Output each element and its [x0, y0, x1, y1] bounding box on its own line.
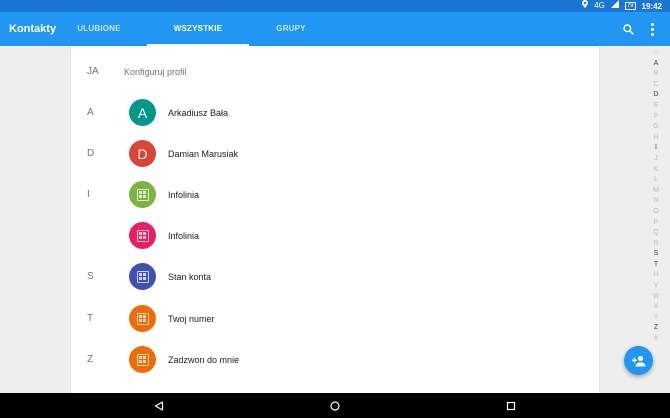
tab-grupy[interactable]: GRUPY — [258, 12, 324, 46]
home-icon[interactable] — [323, 393, 347, 418]
alpha-letter[interactable]: J — [650, 154, 662, 165]
alpha-letter[interactable]: Z — [650, 323, 662, 334]
contact-name: Zadzwon do mnie — [168, 355, 240, 365]
contact-list: JA Konfiguruj profil A A Arkadiusz Bała … — [71, 46, 599, 393]
status-bar: 4G 79 19:42 — [0, 0, 670, 12]
alpha-letter[interactable]: C — [650, 80, 662, 91]
contact-name: Infolinia — [168, 190, 200, 200]
alpha-letter[interactable]: M — [650, 186, 662, 197]
alpha-letter[interactable]: H — [650, 133, 662, 144]
alpha-letter[interactable]: W — [650, 292, 662, 303]
signal-icon — [610, 0, 619, 12]
tab-ulubione[interactable]: ULUBIONE — [64, 12, 134, 46]
contact-name: Arkadiusz Bała — [168, 108, 229, 118]
section-letter: S — [87, 271, 94, 282]
alphabet-index[interactable]: ☆ A B C D E F G H I J K L M N O P Q R S … — [650, 48, 662, 345]
alpha-letter[interactable]: F — [650, 112, 662, 123]
contact-name: Stan konta — [168, 272, 212, 282]
contact-row[interactable]: Infolinia — [71, 216, 599, 256]
contact-row[interactable]: I Infolinia — [71, 175, 599, 215]
avatar-initial: D — [137, 145, 148, 162]
contact-avatar — [129, 305, 156, 332]
contact-row[interactable]: Z Zadzwon do mnie — [71, 340, 599, 380]
tab-wszystkie[interactable]: WSZYSTKIE — [147, 12, 249, 46]
avatar-initial: A — [137, 104, 148, 121]
alpha-letter[interactable]: R — [650, 239, 662, 250]
alpha-letter[interactable]: I — [650, 143, 662, 154]
recents-icon[interactable] — [499, 393, 523, 418]
contact-name: Twoj numer — [168, 314, 215, 324]
contact-avatar — [129, 181, 156, 208]
add-contact-button[interactable] — [624, 346, 653, 375]
section-letter: A — [87, 107, 94, 118]
network-indicator: 4G — [594, 1, 605, 10]
profile-row[interactable]: JA Konfiguruj profil — [71, 52, 599, 92]
contact-row[interactable]: D D Damian Marusiak — [71, 134, 599, 174]
contact-avatar — [129, 222, 156, 249]
alpha-letter-star[interactable]: ☆ — [650, 48, 662, 59]
contact-name: Damian Marusiak — [168, 149, 239, 159]
battery-icon: 79 — [624, 2, 636, 10]
app-title: Kontakty — [9, 23, 57, 35]
configure-profile-label: Konfiguruj profil — [124, 67, 187, 77]
contact-row[interactable]: A A Arkadiusz Bała — [71, 93, 599, 133]
alpha-letter[interactable]: X — [650, 302, 662, 313]
alpha-letter[interactable]: O — [650, 207, 662, 218]
alpha-letter[interactable]: E — [650, 101, 662, 112]
section-letter: I — [87, 189, 90, 200]
alpha-letter[interactable]: U — [650, 270, 662, 281]
section-letter: D — [87, 148, 95, 159]
more-vert-icon[interactable] — [642, 12, 662, 46]
alpha-letter[interactable]: B — [650, 69, 662, 80]
contact-avatar — [129, 346, 156, 373]
add-contact-icon — [631, 355, 645, 366]
alpha-letter[interactable]: K — [650, 165, 662, 176]
contact-avatar — [129, 263, 156, 290]
app-bar: Kontakty ULUBIONE WSZYSTKIE GRUPY — [0, 12, 670, 46]
navigation-bar — [0, 393, 670, 418]
section-letter: T — [87, 313, 94, 324]
section-letter: JA — [87, 66, 99, 77]
section-letter: Z — [87, 354, 94, 365]
business-icon — [136, 312, 149, 325]
location-icon — [582, 0, 589, 12]
business-icon — [136, 353, 149, 366]
alpha-letter[interactable]: P — [650, 218, 662, 229]
alpha-letter[interactable]: N — [650, 196, 662, 207]
alpha-letter[interactable]: Y — [650, 313, 662, 324]
alpha-letter[interactable]: G — [650, 122, 662, 133]
alpha-letter[interactable]: V — [650, 281, 662, 292]
alpha-letter[interactable]: # — [650, 334, 662, 345]
business-icon — [136, 270, 149, 283]
alpha-letter[interactable]: L — [650, 175, 662, 186]
back-icon[interactable] — [147, 393, 171, 418]
contact-name: Infolinia — [168, 231, 200, 241]
alpha-letter[interactable]: Q — [650, 228, 662, 239]
contact-avatar: A — [129, 99, 156, 126]
business-icon — [136, 229, 149, 242]
search-icon[interactable] — [618, 12, 638, 46]
contact-row[interactable]: S Stan konta — [71, 257, 599, 297]
alpha-letter[interactable]: D — [650, 90, 662, 101]
alpha-letter[interactable]: A — [650, 59, 662, 70]
business-icon — [136, 188, 149, 201]
status-time: 19:42 — [641, 1, 662, 11]
contact-avatar: D — [129, 140, 156, 167]
alpha-letter[interactable]: T — [650, 260, 662, 271]
alpha-letter[interactable]: S — [650, 249, 662, 260]
contact-row[interactable]: T Twoj numer — [71, 299, 599, 339]
